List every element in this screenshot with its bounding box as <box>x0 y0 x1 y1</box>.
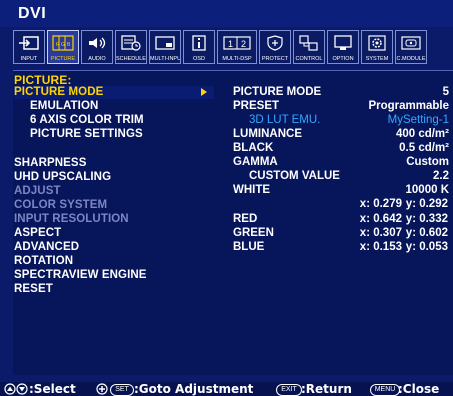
green-label: GREEN <box>233 227 274 239</box>
red-x-value: x: 0.642 <box>359 213 402 225</box>
toolbar-osd[interactable]: OSD <box>183 30 215 64</box>
toolbar-label: PROTECT <box>261 56 289 62</box>
plus-key-icon <box>96 383 108 395</box>
menu-item-picture-settings[interactable]: PICTURE SETTINGS <box>30 128 143 140</box>
red-label: RED <box>233 213 258 225</box>
picture-mode-value: 5 <box>442 86 449 98</box>
svg-text:2: 2 <box>241 39 246 49</box>
menu-item-spectraview-engine[interactable]: SPECTRAVIEW ENGINE <box>14 269 147 281</box>
toolbar-label: PICTURE <box>50 56 76 62</box>
menu-item-adjust: ADJUST <box>14 185 61 197</box>
toolbar-input[interactable]: INPUT <box>13 30 45 64</box>
menu-item-reset[interactable]: RESET <box>14 283 53 295</box>
toolbar-label: C.MODULE <box>396 56 426 62</box>
toolbar-picture[interactable]: RGB PICTURE <box>47 30 79 64</box>
luminance-value: 400 cd/m² <box>395 128 449 140</box>
toolbar-label: SCHEDULE <box>116 56 146 62</box>
toolbar-label: AUDIO <box>88 56 106 62</box>
picture-icon: RGB <box>50 33 76 53</box>
toolbar-schedule[interactable]: SCHEDULE <box>115 30 147 64</box>
custom-value-value: 2.2 <box>433 170 449 182</box>
audio-icon <box>84 33 110 53</box>
toolbar-control[interactable]: CONTROL <box>293 30 325 64</box>
green-y-value: y: 0.602 <box>405 227 448 239</box>
menu-item-input-resolution: INPUT RESOLUTION <box>14 213 129 225</box>
input-title: DVI <box>18 5 47 22</box>
luminance-label: LUMINANCE <box>233 128 302 140</box>
toolbar-audio[interactable]: AUDIO <box>81 30 113 64</box>
menu-item-sharpness[interactable]: SHARPNESS <box>14 157 86 169</box>
menu-item-6-axis-color-trim[interactable]: 6 AXIS COLOR TRIM <box>30 114 144 126</box>
osd-menu: DVI INPUT RGB PICTURE AUDIO SCHEDULE MUL… <box>0 0 453 396</box>
c-module-icon <box>398 33 424 53</box>
toolbar-c-module[interactable]: C.MODULE <box>395 30 427 64</box>
footer-return-text: :Return <box>301 382 352 396</box>
toolbar-option[interactable]: OPTION <box>327 30 359 64</box>
blue-y-value: y: 0.053 <box>405 241 448 253</box>
protect-icon <box>262 33 288 53</box>
white-value: 10000 K <box>405 184 449 196</box>
toolbar-multi-input[interactable]: MULTI-INPUT <box>149 30 181 64</box>
schedule-icon <box>118 33 144 53</box>
menu-key-badge: MENU <box>370 384 400 396</box>
green-x-value: x: 0.307 <box>359 227 402 239</box>
footer-select-text: :Select <box>29 382 76 396</box>
lut-emu-value: MySetting-1 <box>387 114 449 126</box>
set-key-badge: SET <box>110 384 134 396</box>
multi-dsp-icon: 12 <box>220 33 254 53</box>
menu-item-picture-mode[interactable]: PICTURE MODE <box>14 86 103 98</box>
blue-label: BLUE <box>233 241 265 253</box>
option-icon <box>330 33 356 53</box>
osd-icon <box>186 33 212 53</box>
footer-close-text: :Close <box>398 382 440 396</box>
menu-item-aspect[interactable]: ASPECT <box>14 227 61 239</box>
footer-goto-text: :Goto Adjustment <box>134 382 254 396</box>
toolbar-label: OPTION <box>332 56 354 62</box>
toolbar-protect[interactable]: PROTECT <box>259 30 291 64</box>
gamma-value: Custom <box>406 156 449 168</box>
menu-item-emulation[interactable]: EMULATION <box>30 100 98 112</box>
section-title: PICTURE: <box>14 73 72 87</box>
white-y-value: y: 0.292 <box>405 198 448 210</box>
menu-item-advanced[interactable]: ADVANCED <box>14 241 79 253</box>
toolbar-label: OSD <box>193 56 205 62</box>
white-x-value: x: 0.279 <box>359 198 402 210</box>
title-bar: DVI <box>0 0 453 27</box>
black-label: BLACK <box>233 142 274 154</box>
picture-mode-label: PICTURE MODE <box>233 86 322 98</box>
white-label: WHITE <box>233 184 271 196</box>
black-value: 0.5 cd/m² <box>399 142 449 154</box>
toolbar-multi-dsp[interactable]: 12 MULTI-DSP <box>217 30 257 64</box>
svg-text:R: R <box>56 42 60 48</box>
input-icon <box>16 33 42 53</box>
category-toolbar: INPUT RGB PICTURE AUDIO SCHEDULE MULTI-I… <box>13 30 444 66</box>
toolbar-label: MULTI-DSP <box>222 56 252 62</box>
toolbar-label: CONTROL <box>295 56 323 62</box>
system-icon <box>364 33 390 53</box>
lut-emu-label: 3D LUT EMU. <box>249 114 321 126</box>
toolbar-label: SYSTEM <box>365 56 389 62</box>
menu-item-rotation[interactable]: ROTATION <box>14 255 73 267</box>
svg-text:1: 1 <box>228 39 233 49</box>
custom-value-label: CUSTOM VALUE <box>249 170 340 182</box>
gamma-label: GAMMA <box>233 156 278 168</box>
up-down-arrows-icon <box>4 383 28 395</box>
submenu-arrow-icon <box>201 88 207 96</box>
red-y-value: y: 0.332 <box>405 213 448 225</box>
toolbar-label: MULTI-INPUT <box>150 56 180 62</box>
multi-input-icon <box>152 33 178 53</box>
svg-text:B: B <box>67 42 71 48</box>
svg-text:G: G <box>61 42 65 48</box>
control-icon <box>296 33 322 53</box>
preset-label: PRESET <box>233 100 280 112</box>
menu-item-uhd-upscaling[interactable]: UHD UPSCALING <box>14 171 111 183</box>
exit-key-badge: EXIT <box>276 384 302 396</box>
toolbar-system[interactable]: SYSTEM <box>361 30 393 64</box>
preset-value: Programmable <box>368 100 449 112</box>
toolbar-label: INPUT <box>20 56 38 62</box>
menu-item-color-system: COLOR SYSTEM <box>14 199 108 211</box>
blue-x-value: x: 0.153 <box>359 241 402 253</box>
